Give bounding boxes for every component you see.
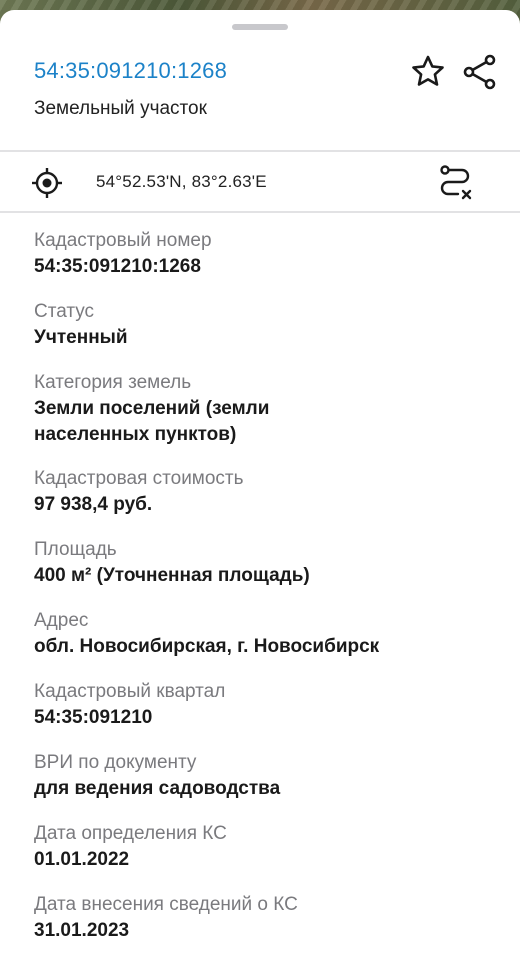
coordinates-divider xyxy=(0,211,520,213)
field-cost-date: Дата определения КС 01.01.2022 xyxy=(34,821,494,873)
field-cost-entry-date: Дата внесения сведений о КС 31.01.2023 xyxy=(34,892,494,944)
field-label: Кадастровый номер xyxy=(34,230,212,251)
field-value: обл. Новосибирская, г. Новосибирск xyxy=(34,636,380,657)
field-permitted-use: ВРИ по документу для ведения садоводства xyxy=(34,750,494,802)
field-land-category: Категория земель Земли поселений (земли … xyxy=(34,370,494,448)
share-button[interactable] xyxy=(460,52,500,92)
sheet-grabber[interactable] xyxy=(232,24,288,30)
field-cadastral-number: Кадастровый номер 54:35:091210:1268 xyxy=(34,228,494,280)
field-label: Статус xyxy=(34,301,95,322)
field-label: Кадастровая стоимость xyxy=(34,468,244,489)
route-icon[interactable] xyxy=(436,164,476,202)
field-label: Адрес xyxy=(34,610,89,631)
field-label: ВРИ по документу xyxy=(34,752,197,773)
field-value-line2: населенных пунктов) xyxy=(34,424,237,445)
field-cadastral-cost: Кадастровая стоимость 97 938,4 руб. xyxy=(34,466,494,518)
field-status: Статус Учтенный xyxy=(34,299,494,351)
field-area: Площадь 400 м² (Уточненная площадь) xyxy=(34,537,494,589)
location-target-icon[interactable] xyxy=(30,166,64,200)
field-value: 31.01.2023 xyxy=(34,920,130,941)
sheet-header: 54:35:091210:1268 Земельный участок xyxy=(0,40,520,150)
coordinates-row[interactable]: 54°52.53'N, 83°2.63'E xyxy=(0,152,520,212)
field-value: 01.01.2022 xyxy=(34,849,130,870)
field-cadastral-quarter: Кадастровый квартал 54:35:091210 xyxy=(34,679,494,731)
field-value[interactable]: 54:35:091210 xyxy=(34,705,494,731)
field-value: Учтенный xyxy=(34,327,128,348)
star-icon xyxy=(412,55,444,86)
field-label: Дата внесения сведений о КС xyxy=(34,894,298,915)
bottom-sheet: 54:35:091210:1268 Земельный участок 54°5… xyxy=(0,10,520,970)
field-label: Площадь xyxy=(34,539,117,560)
share-icon xyxy=(463,54,496,90)
favorite-button[interactable] xyxy=(408,52,448,92)
field-value: для ведения садоводства xyxy=(34,778,281,799)
field-value: 97 938,4 руб. xyxy=(34,494,153,515)
field-label: Кадастровый квартал xyxy=(34,681,226,702)
coordinates-text[interactable]: 54°52.53'N, 83°2.63'E xyxy=(96,172,267,192)
field-value: Земли поселений (земли xyxy=(34,398,270,419)
parcel-type: Земельный участок xyxy=(34,98,207,119)
field-label: Дата определения КС xyxy=(34,823,227,844)
field-value: 54:35:091210:1268 xyxy=(34,256,201,277)
field-label: Категория земель xyxy=(34,372,192,393)
field-address: Адрес обл. Новосибирская, г. Новосибирск xyxy=(34,608,494,660)
parcel-title: 54:35:091210:1268 xyxy=(34,58,228,83)
field-value: 400 м² (Уточненная площадь) xyxy=(34,565,310,586)
